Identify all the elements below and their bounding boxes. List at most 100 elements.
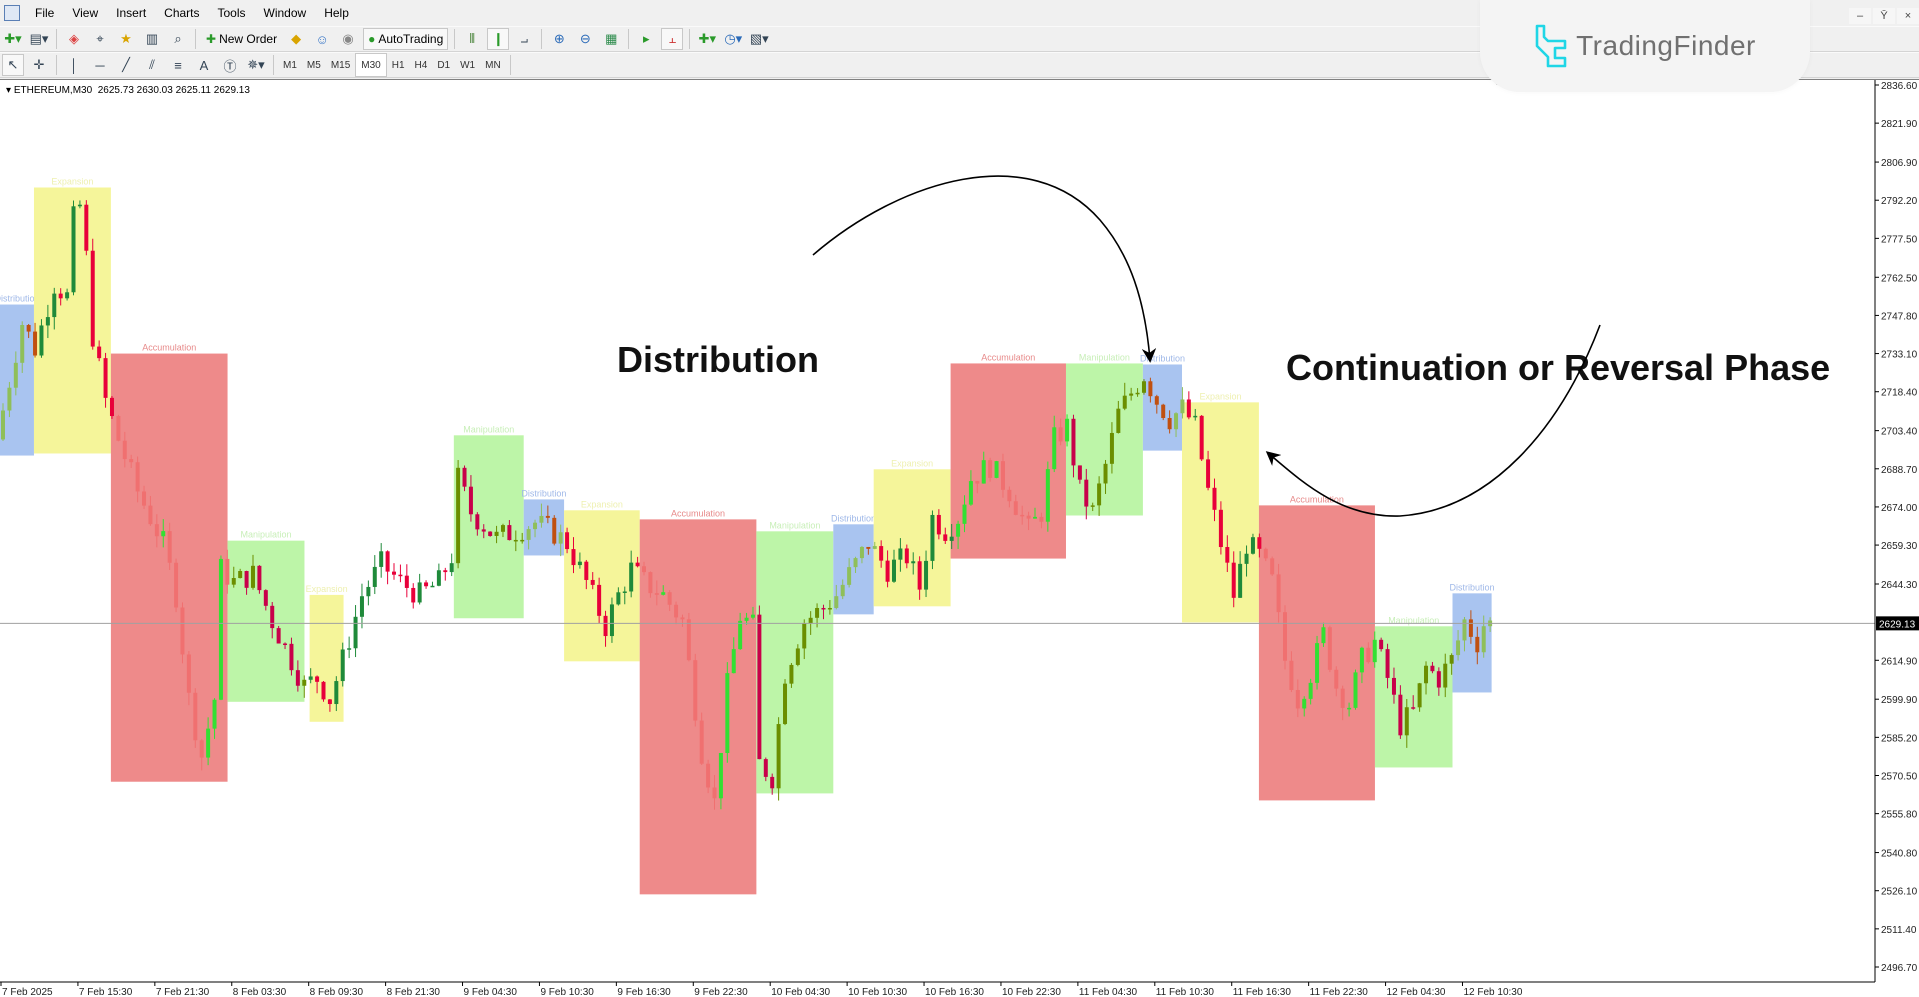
toolbar-separator — [541, 29, 543, 49]
phase-label: Manipulation — [240, 530, 291, 540]
templates-icon[interactable]: ▧▾ — [748, 28, 770, 50]
new-order-button[interactable]: ✚ New Order — [202, 28, 281, 50]
indicators-icon[interactable]: ✚▾ — [696, 28, 718, 50]
price-chart[interactable]: Distribution Expansion Accumulation Manipul… — [0, 80, 1919, 997]
menu-charts[interactable]: Charts — [155, 6, 208, 20]
phase-label: Expansion — [1199, 391, 1241, 401]
bar-chart-icon[interactable]: ⫴ — [461, 28, 483, 50]
candle-body — [686, 619, 691, 661]
terminal-icon[interactable]: ▥ — [141, 28, 163, 50]
vertical-line-icon[interactable]: │ — [63, 54, 85, 76]
restore-button[interactable]: Ȳ — [1873, 8, 1895, 24]
timeframe-mn[interactable]: MN — [480, 54, 506, 76]
candle-body — [795, 648, 800, 665]
y-tick-label: 2792.20 — [1881, 196, 1918, 207]
candle-body — [936, 514, 941, 535]
candle-body — [975, 481, 980, 484]
text-icon[interactable]: A — [193, 54, 215, 76]
community-icon[interactable]: ☺ — [311, 28, 333, 50]
candle-body — [1315, 643, 1320, 683]
crosshair-icon[interactable]: ✛ — [28, 54, 50, 76]
candle-body — [1, 410, 5, 440]
candle-body — [1122, 395, 1127, 409]
timeframe-m30[interactable]: M30 — [355, 53, 387, 77]
chart-window[interactable]: ▾ ETHEREUM,M30 2625.73 2630.03 2625.11 2… — [0, 79, 1919, 997]
candle-body — [347, 648, 352, 650]
candle-body — [808, 617, 813, 624]
close-button[interactable]: × — [1897, 8, 1919, 24]
trendline-icon[interactable]: ╱ — [115, 54, 137, 76]
data-window-icon[interactable]: ⌖ — [89, 28, 111, 50]
candle-body — [609, 604, 614, 637]
text-label-icon[interactable]: Ⓣ — [219, 54, 241, 76]
candle-body — [1289, 660, 1294, 690]
minimize-button[interactable]: – — [1849, 8, 1871, 24]
menu-insert[interactable]: Insert — [107, 6, 155, 20]
candle-body — [968, 481, 973, 505]
arrows-icon[interactable]: ✵▾ — [245, 54, 267, 76]
market-watch-icon[interactable]: ◈ — [63, 28, 85, 50]
candle-body — [533, 522, 538, 530]
candle-body — [231, 578, 236, 585]
candle-body — [90, 250, 95, 347]
equidistant-channel-icon[interactable]: ⫽ — [141, 54, 163, 76]
phase-box-manipulation — [756, 531, 834, 794]
candlestick-chart-icon[interactable]: ❙ — [487, 28, 510, 50]
phase-box-distribution — [833, 524, 874, 615]
cursor-icon[interactable]: ↖ — [2, 54, 24, 76]
timeframe-m15[interactable]: M15 — [326, 54, 355, 76]
timeframe-d1[interactable]: D1 — [432, 54, 455, 76]
y-tick-label: 2733.10 — [1881, 350, 1918, 361]
menu-window[interactable]: Window — [255, 6, 316, 20]
fibonacci-icon[interactable]: ≡ — [167, 54, 189, 76]
profiles-icon[interactable]: ▤▾ — [28, 28, 50, 50]
signals-icon[interactable]: ◉ — [337, 28, 359, 50]
chart-shift-icon[interactable]: ⫠ — [661, 28, 684, 50]
timeframe-m5[interactable]: M5 — [302, 54, 326, 76]
menu-file[interactable]: File — [26, 6, 63, 20]
tile-windows-icon[interactable]: ▦ — [600, 28, 622, 50]
annotation-distribution-text: Distribution — [617, 339, 819, 380]
candle-body — [1090, 505, 1095, 507]
menu-tools[interactable]: Tools — [209, 6, 255, 20]
navigator-icon[interactable]: ★ — [115, 28, 137, 50]
candle-body — [7, 387, 12, 411]
menu-view[interactable]: View — [63, 6, 107, 20]
horizontal-line-icon[interactable]: ─ — [89, 54, 111, 76]
candle-body — [859, 546, 864, 559]
timeframe-h4[interactable]: H4 — [410, 54, 433, 76]
periods-icon[interactable]: ◷▾ — [722, 28, 744, 50]
logo-text: TradingFinder — [1576, 30, 1756, 61]
candle-body — [1372, 639, 1377, 663]
candle-body — [962, 504, 967, 524]
collapse-icon[interactable]: ▾ — [6, 85, 11, 96]
timeframe-w1[interactable]: W1 — [455, 54, 480, 76]
strategy-tester-icon[interactable]: ⌕ — [167, 28, 189, 50]
timeframe-m1[interactable]: M1 — [278, 54, 302, 76]
phase-label: Expansion — [891, 458, 933, 468]
candle-body — [1302, 698, 1307, 709]
candle-body — [840, 584, 845, 597]
metaeditor-icon[interactable]: ◆ — [285, 28, 307, 50]
line-chart-icon[interactable]: ⨼ — [513, 28, 535, 50]
candle-body — [270, 605, 275, 629]
autotrading-button[interactable]: ● AutoTrading — [363, 28, 449, 50]
zoom-out-icon[interactable]: ⊖ — [574, 28, 596, 50]
candle-body — [1167, 418, 1172, 430]
candle-body — [1231, 562, 1236, 598]
y-tick-label: 2836.60 — [1881, 81, 1918, 92]
menu-help[interactable]: Help — [315, 6, 358, 20]
candle-body — [725, 673, 730, 753]
candle-body — [488, 531, 493, 536]
timeframe-h1[interactable]: H1 — [387, 54, 410, 76]
candle-body — [1097, 483, 1102, 506]
candle-body — [97, 346, 102, 359]
auto-scroll-icon[interactable]: ▸ — [635, 28, 657, 50]
new-chart-icon[interactable]: ✚▾ — [2, 28, 24, 50]
candle-body — [392, 571, 397, 575]
candle-body — [1007, 489, 1012, 502]
zoom-in-icon[interactable]: ⊕ — [548, 28, 570, 50]
candle-body — [1424, 665, 1429, 684]
candle-body — [1475, 636, 1480, 653]
phase-label: Expansion — [306, 584, 348, 594]
